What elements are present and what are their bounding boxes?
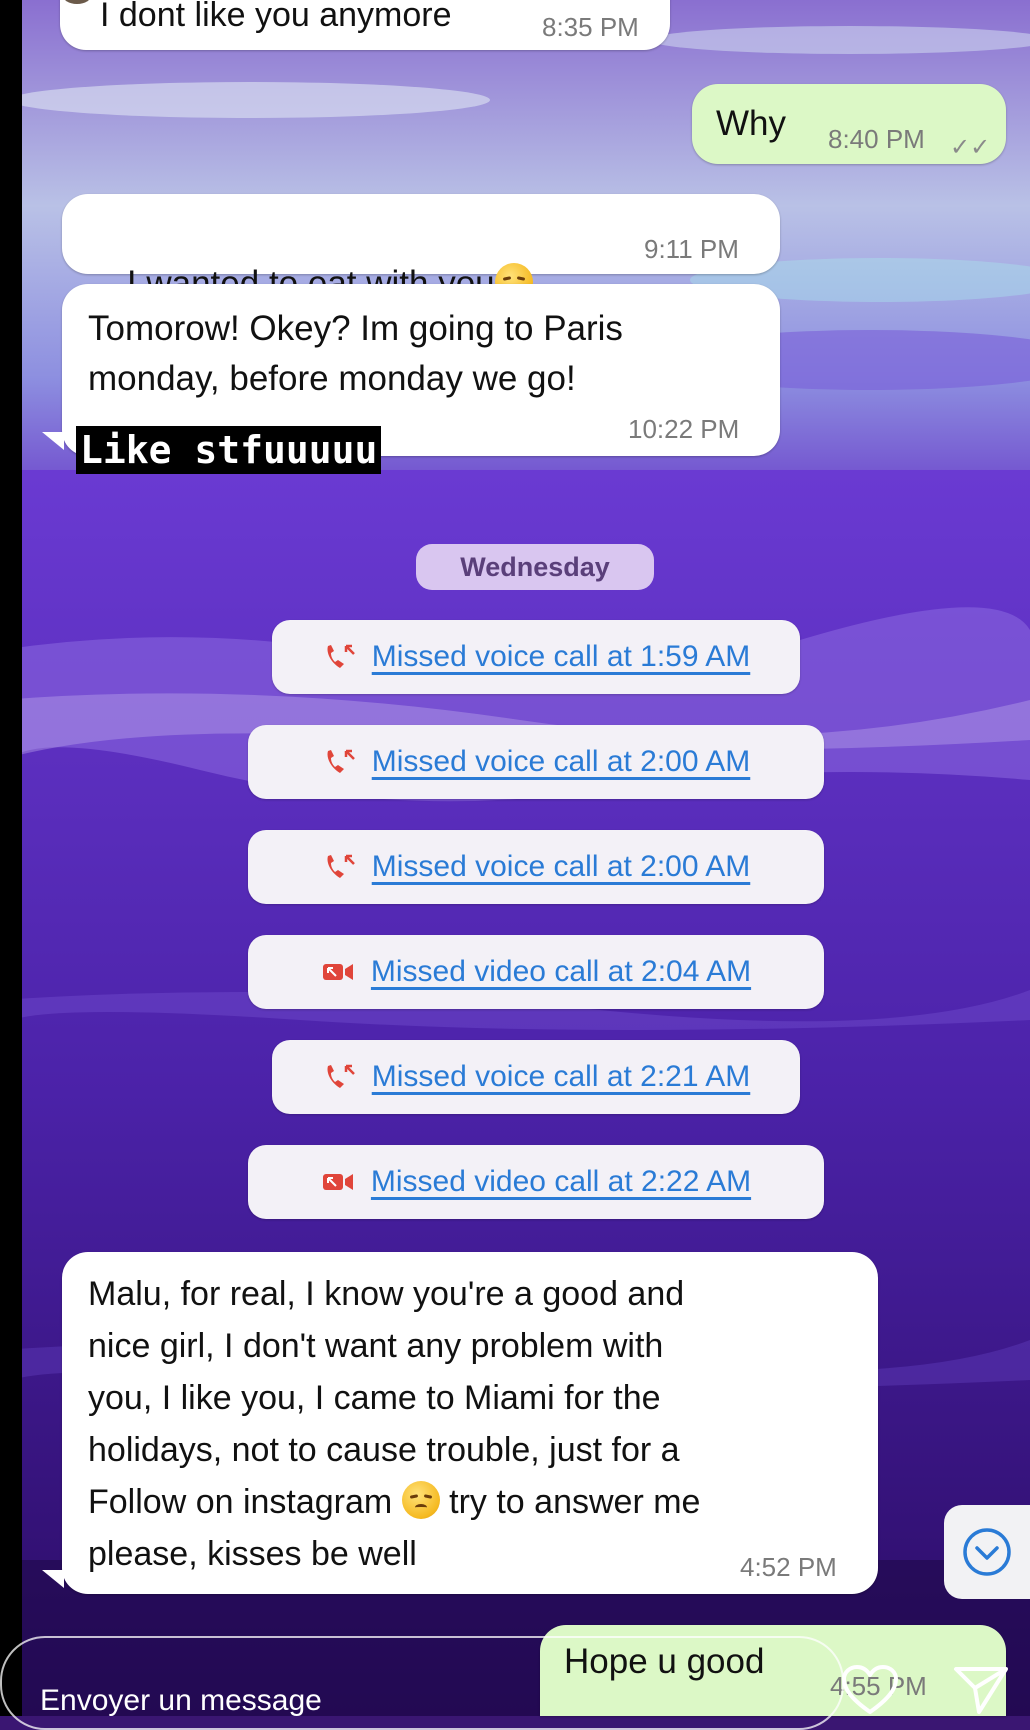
message-incoming-4[interactable]: Malu, for real, I know you're a good and…	[62, 1252, 878, 1594]
left-edge-bar	[0, 0, 22, 1716]
message-text: Tomorow! Okey? Im going to Paris monday,…	[88, 309, 623, 398]
missed-video-call-icon	[322, 1174, 353, 1190]
heart-icon[interactable]	[840, 1664, 900, 1716]
bubble-tail	[42, 1570, 64, 1588]
date-separator: Wednesday	[416, 544, 654, 590]
chevron-down-circle-icon	[963, 1528, 1011, 1576]
message-text: I dont like you anymore	[100, 0, 452, 34]
message-incoming-1[interactable]: I dont like you anymore 8:35 PM	[60, 0, 670, 50]
message-text: Malu, for real, I know you're a good and…	[88, 1275, 701, 1573]
message-time: 4:52 PM	[740, 1552, 837, 1582]
missed-call-2[interactable]: Missed voice call at 2:00 AM	[248, 725, 824, 799]
read-checkmarks-icon: ✓✓	[950, 133, 991, 161]
call-label: Missed video call at 2:04 AM	[370, 955, 752, 988]
message-incoming-2[interactable]: I wanted to eat with you 9:11 PM	[62, 194, 780, 303]
scroll-down-button[interactable]	[944, 1505, 1030, 1599]
message-text: Why	[716, 104, 786, 143]
text-sticker: Like stfuuuuu	[76, 426, 382, 474]
missed-voice-call-icon	[327, 1064, 355, 1088]
message-time: 10:22 PM	[628, 414, 740, 444]
missed-voice-call-icon	[327, 749, 355, 773]
pensive-face-emoji-icon	[401, 1481, 440, 1519]
missed-call-5[interactable]: Missed voice call at 2:21 AM	[272, 1040, 800, 1114]
message-time: 9:11 PM	[644, 234, 739, 264]
call-label: Missed voice call at 2:00 AM	[371, 745, 751, 778]
missed-call-1[interactable]: Missed voice call at 1:59 AM	[272, 620, 800, 694]
call-label: Missed voice call at 2:00 AM	[371, 850, 751, 883]
call-label: Missed video call at 2:22 AM	[370, 1165, 752, 1198]
missed-video-call-icon	[322, 964, 353, 980]
missed-voice-call-icon	[327, 644, 355, 668]
message-time: 8:35 PM	[542, 12, 639, 42]
bubble-tail	[42, 432, 64, 450]
missed-call-6[interactable]: Missed video call at 2:22 AM	[248, 1145, 824, 1219]
missed-call-4[interactable]: Missed video call at 2:04 AM	[248, 935, 824, 1009]
missed-call-3[interactable]: Missed voice call at 2:00 AM	[248, 830, 824, 904]
call-label: Missed voice call at 1:59 AM	[371, 640, 751, 673]
call-label: Missed voice call at 2:21 AM	[371, 1060, 751, 1093]
message-input-placeholder: Envoyer un message	[40, 1684, 322, 1717]
message-time: 8:40 PM	[828, 124, 925, 154]
missed-voice-call-icon	[327, 854, 355, 878]
message-outgoing-1[interactable]: Why 8:40 PM ✓✓	[692, 84, 1006, 164]
send-icon[interactable]	[952, 1664, 1010, 1716]
